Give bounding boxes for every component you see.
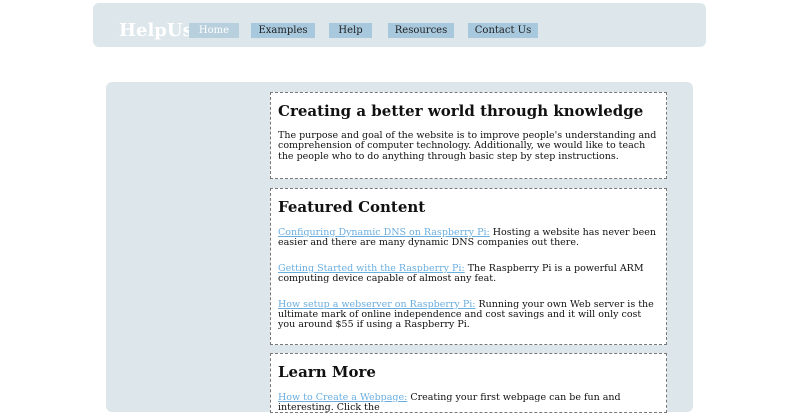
mission-title: Creating a better world through knowledg…	[278, 102, 644, 120]
site-logo[interactable]: HelpUs	[119, 20, 193, 41]
nav-help[interactable]: Help	[329, 23, 372, 38]
featured-item: How setup a webserver on Raspberry Pi: R…	[278, 299, 659, 331]
featured-panel: Featured Content Configuring Dynamic DNS…	[270, 188, 667, 345]
learn-more-title: Learn More	[278, 363, 376, 381]
nav-contact-us[interactable]: Contact Us	[468, 23, 538, 38]
nav-resources[interactable]: Resources	[388, 23, 454, 38]
featured-title: Featured Content	[278, 198, 426, 216]
featured-link-getting-started[interactable]: Getting Started with the Raspberry Pi:	[278, 263, 465, 274]
featured-link-dynamic-dns[interactable]: Configuring Dynamic DNS on Raspberry Pi:	[278, 227, 490, 238]
learn-more-panel: Learn More How to Create a Webpage: Crea…	[270, 353, 667, 413]
nav-examples[interactable]: Examples	[251, 23, 315, 38]
main-nav: Home Examples Help Resources Contact Us	[189, 23, 538, 38]
learn-more-item: How to Create a Webpage: Creating your f…	[278, 392, 659, 414]
mission-panel: Creating a better world through knowledg…	[270, 92, 667, 179]
nav-home[interactable]: Home	[189, 23, 239, 38]
featured-item: Getting Started with the Raspberry Pi: T…	[278, 263, 659, 285]
site-header: HelpUs Home Examples Help Resources Cont…	[93, 3, 706, 47]
featured-link-webserver[interactable]: How setup a webserver on Raspberry Pi:	[278, 299, 475, 310]
featured-item: Configuring Dynamic DNS on Raspberry Pi:…	[278, 227, 659, 249]
learn-link-create-webpage[interactable]: How to Create a Webpage:	[278, 392, 407, 403]
mission-body: The purpose and goal of the website is t…	[278, 130, 657, 162]
